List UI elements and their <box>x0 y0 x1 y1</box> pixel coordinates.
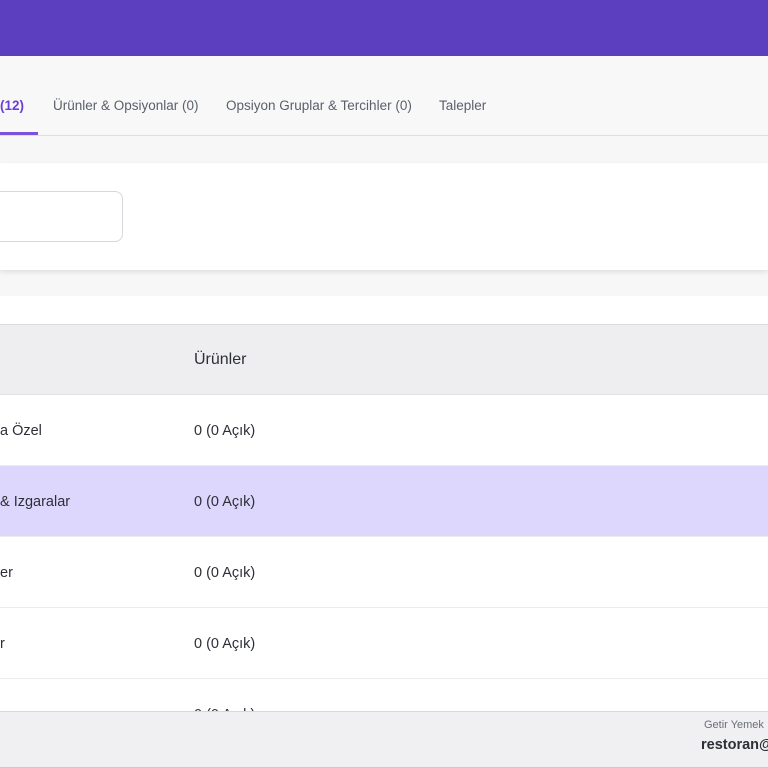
category-name: r <box>0 636 5 652</box>
product-count: 0 (0 Açık) <box>194 494 256 510</box>
table-header: Ürünler <box>0 324 768 395</box>
tab-products-options[interactable]: Ürünler & Opsiyonlar (0) <box>53 98 199 113</box>
table-row[interactable]: r 0 (0 Açık) <box>0 608 768 679</box>
footer-company-name: Getir Yemek <box>704 719 764 731</box>
top-header-bar <box>0 0 768 56</box>
tab-categories[interactable]: (12) <box>0 98 24 113</box>
product-count: 0 (0 Açık) <box>194 423 256 439</box>
category-name: er <box>0 565 13 581</box>
tab-requests[interactable]: Talepler <box>439 98 486 113</box>
search-input[interactable] <box>0 191 123 242</box>
tab-option-groups[interactable]: Opsiyon Gruplar & Tercihler (0) <box>226 98 412 113</box>
table-row[interactable]: & Izgaralar 0 (0 Açık) <box>0 466 768 537</box>
categories-table: Ürünler a Özel 0 (0 Açık) & Izgaralar 0 … <box>0 324 768 750</box>
footer-user-email[interactable]: restoran@ <box>701 737 768 753</box>
product-count: 0 (0 Açık) <box>194 636 256 652</box>
active-tab-indicator <box>0 132 38 135</box>
tab-bar: (12) Ürünler & Opsiyonlar (0) Opsiyon Gr… <box>0 56 768 136</box>
footer-bar: Getir Yemek restoran@ <box>0 711 768 768</box>
filter-card <box>0 163 768 270</box>
category-name: a Özel <box>0 423 42 439</box>
table-row[interactable]: er 0 (0 Açık) <box>0 537 768 608</box>
table-row[interactable]: a Özel 0 (0 Açık) <box>0 395 768 466</box>
column-header-products: Ürünler <box>194 351 247 368</box>
product-count: 0 (0 Açık) <box>194 565 256 581</box>
table-card-top <box>0 296 768 324</box>
category-name: & Izgaralar <box>0 494 71 510</box>
